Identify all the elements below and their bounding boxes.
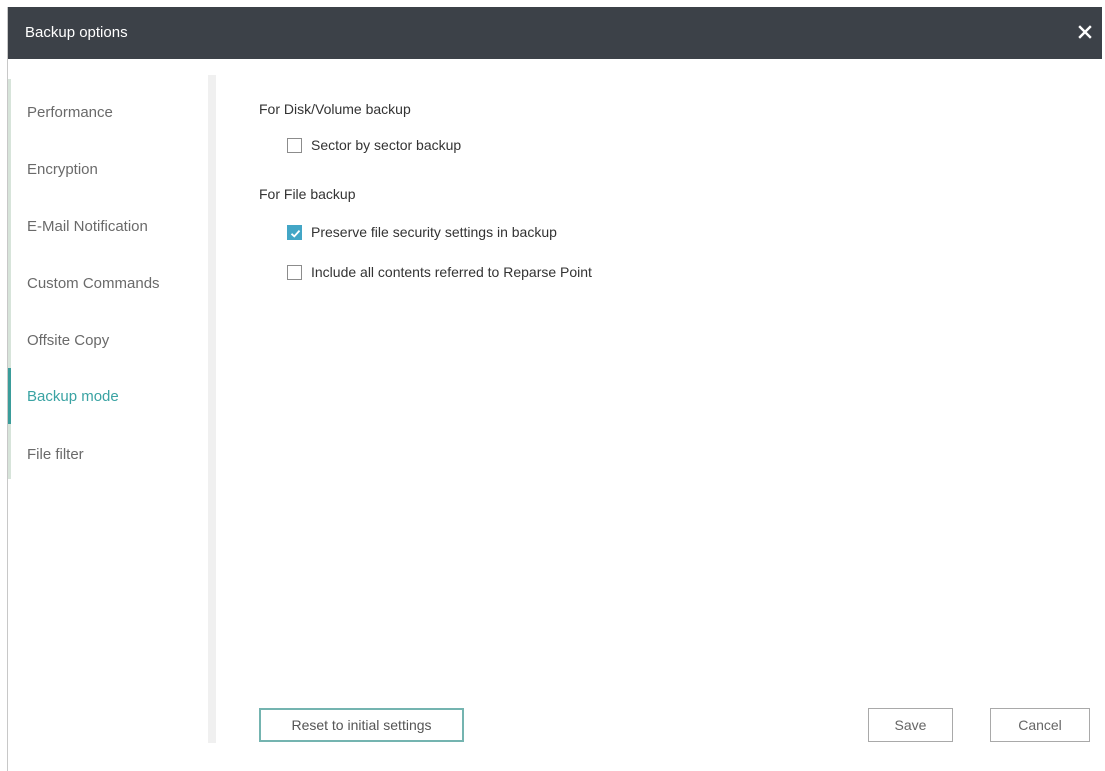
sidebar-item-email-notification[interactable]: E-Mail Notification bbox=[8, 206, 206, 246]
title-bar: Backup options bbox=[8, 7, 1102, 59]
dialog-title: Backup options bbox=[25, 24, 128, 41]
sidebar-item-file-filter[interactable]: File filter bbox=[8, 434, 206, 474]
preserve-security-option[interactable]: Preserve file security settings in backu… bbox=[287, 223, 647, 243]
reparse-point-checkbox[interactable] bbox=[287, 265, 302, 280]
sidebar-item-label: File filter bbox=[27, 446, 84, 463]
sidebar-item-label: E-Mail Notification bbox=[27, 218, 148, 235]
backup-options-dialog: Backup options Performance Encryption E-… bbox=[7, 7, 1102, 771]
sidebar-item-custom-commands[interactable]: Custom Commands bbox=[8, 263, 206, 303]
sidebar-item-encryption[interactable]: Encryption bbox=[8, 149, 206, 189]
sidebar-item-label: Backup mode bbox=[27, 388, 119, 405]
sector-by-sector-option[interactable]: Sector by sector backup bbox=[287, 136, 527, 156]
save-button[interactable]: Save bbox=[868, 708, 953, 742]
sector-by-sector-checkbox[interactable] bbox=[287, 138, 302, 153]
cancel-button[interactable]: Cancel bbox=[990, 708, 1090, 742]
close-icon bbox=[1078, 25, 1092, 39]
sidebar-item-label: Performance bbox=[27, 104, 113, 121]
close-button[interactable] bbox=[1074, 21, 1096, 43]
reparse-point-label: Include all contents referred to Reparse… bbox=[311, 264, 592, 280]
sidebar-item-label: Encryption bbox=[27, 161, 98, 178]
checkmark-icon bbox=[290, 229, 301, 238]
sidebar-item-backup-mode[interactable]: Backup mode bbox=[8, 368, 206, 424]
file-section-label: For File backup bbox=[259, 186, 356, 202]
sidebar: Performance Encryption E-Mail Notificati… bbox=[8, 59, 216, 749]
preserve-security-checkbox[interactable] bbox=[287, 225, 302, 240]
sector-by-sector-label: Sector by sector backup bbox=[311, 137, 462, 153]
sidebar-item-offsite-copy[interactable]: Offsite Copy bbox=[8, 320, 206, 360]
reparse-point-option[interactable]: Include all contents referred to Reparse… bbox=[287, 263, 687, 283]
sidebar-item-performance[interactable]: Performance bbox=[8, 92, 206, 132]
preserve-security-label: Preserve file security settings in backu… bbox=[311, 224, 557, 240]
sidebar-item-label: Custom Commands bbox=[27, 275, 160, 292]
disk-section-label: For Disk/Volume backup bbox=[259, 101, 411, 117]
reset-button[interactable]: Reset to initial settings bbox=[259, 708, 464, 742]
sidebar-divider bbox=[208, 75, 216, 743]
sidebar-item-label: Offsite Copy bbox=[27, 332, 110, 349]
